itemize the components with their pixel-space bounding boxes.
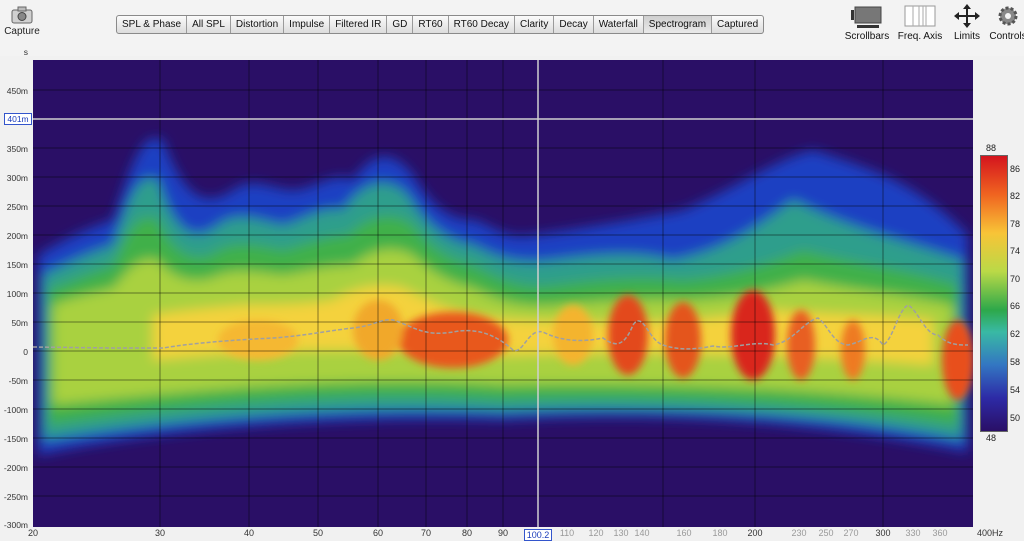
x-tick-230: 230: [791, 528, 807, 538]
y-tick-minus-300m: -300m: [3, 520, 28, 530]
x-tick-130: 130: [613, 528, 629, 538]
freq-axis-icon: [904, 4, 936, 28]
cursor-y-readout: 401m: [4, 113, 32, 125]
tab-rt60[interactable]: RT60: [413, 16, 449, 33]
tab-filtered-ir[interactable]: Filtered IR: [330, 16, 388, 33]
x-tick-400hz: 400Hz: [976, 528, 1004, 538]
y-tick-0: 0: [23, 347, 28, 357]
y-tick-minus-100m: -100m: [3, 405, 28, 415]
colorbar-label-82: 82: [1010, 191, 1021, 201]
colorbar-label-78: 78: [1010, 219, 1021, 229]
x-tick-180: 180: [712, 528, 728, 538]
tab-spl-phase[interactable]: SPL & Phase: [117, 16, 188, 33]
x-tick-70: 70: [420, 528, 432, 538]
y-tick-minus-50m: -50m: [8, 376, 28, 386]
colorbar-label-66: 66: [1010, 301, 1021, 311]
controls-button[interactable]: Controls: [988, 4, 1024, 42]
x-tick-40: 40: [243, 528, 255, 538]
y-tick-minus-150m: -150m: [3, 434, 28, 444]
tab-distortion[interactable]: Distortion: [231, 16, 285, 33]
y-tick-50m: 50m: [11, 318, 28, 328]
x-tick-360: 360: [932, 528, 948, 538]
capture-button[interactable]: Capture: [2, 6, 42, 37]
controls-label: Controls: [989, 31, 1024, 42]
colorbar-label-70: 70: [1010, 274, 1021, 284]
scrollbars-icon: [851, 4, 883, 28]
y-tick-minus-200m: -200m: [3, 463, 28, 473]
tab-clarity[interactable]: Clarity: [515, 16, 555, 33]
x-tick-110: 110: [559, 528, 575, 538]
x-tick-20: 20: [27, 528, 39, 538]
y-tick-250m: 250m: [6, 202, 28, 212]
tab-captured[interactable]: Captured: [712, 16, 763, 33]
y-tick-200m: 200m: [6, 231, 28, 241]
freq-axis-label: Freq. Axis: [897, 31, 943, 42]
spectrogram-svg: [33, 60, 973, 527]
tab-all-spl[interactable]: All SPL: [187, 16, 231, 33]
colorbar-label-86: 86: [1010, 164, 1021, 174]
tab-waterfall[interactable]: Waterfall: [594, 16, 644, 33]
x-tick-270: 270: [843, 528, 859, 538]
x-tick-250: 250: [818, 528, 834, 538]
y-tick-150m: 150m: [6, 260, 28, 270]
x-tick-60: 60: [372, 528, 384, 538]
tab-impulse[interactable]: Impulse: [284, 16, 331, 33]
x-tick-330: 330: [905, 528, 921, 538]
gear-icon: [996, 4, 1020, 28]
x-tick-50: 50: [312, 528, 324, 538]
x-tick-80: 80: [461, 528, 473, 538]
limits-arrows-icon: [952, 4, 982, 28]
y-tick-350m: 350m: [6, 144, 28, 154]
x-tick-90: 90: [497, 528, 509, 538]
tab-gd[interactable]: GD: [387, 16, 414, 33]
colorbar-top-label: 88: [986, 143, 997, 153]
limits-label: Limits: [953, 31, 981, 42]
toolbar: Capture SPL & Phase All SPL Distortion I…: [0, 0, 1024, 56]
y-tick-300m: 300m: [6, 173, 28, 183]
y-tick-minus-250m: -250m: [3, 492, 28, 502]
y-tick-450m: 450m: [6, 86, 28, 96]
x-tick-120: 120: [588, 528, 604, 538]
limits-button[interactable]: Limits: [948, 4, 986, 42]
x-tick-30: 30: [154, 528, 166, 538]
x-tick-140: 140: [634, 528, 650, 538]
colorbar-label-54: 54: [1010, 385, 1021, 395]
x-tick-200: 200: [747, 528, 763, 538]
tab-rt60-decay[interactable]: RT60 Decay: [449, 16, 515, 33]
cursor-x-readout: 100.2: [524, 529, 552, 541]
colorbar-bottom-label: 48: [986, 433, 997, 443]
y-tick-100m: 100m: [6, 289, 28, 299]
scrollbars-label: Scrollbars: [844, 31, 890, 42]
y-axis-unit: s: [23, 47, 28, 57]
x-tick-160: 160: [676, 528, 692, 538]
view-tabs: SPL & Phase All SPL Distortion Impulse F…: [116, 15, 765, 34]
tab-spectrogram[interactable]: Spectrogram: [643, 16, 713, 33]
colorbar-label-58: 58: [1010, 357, 1021, 367]
colorbar-label-62: 62: [1010, 329, 1021, 339]
x-tick-300: 300: [875, 528, 891, 538]
color-scale-bar: [980, 155, 1008, 432]
colorbar-label-50: 50: [1010, 413, 1021, 423]
camera-icon: [10, 6, 34, 24]
spectrogram-plot[interactable]: [33, 60, 973, 527]
capture-label: Capture: [4, 26, 40, 37]
colorbar-label-74: 74: [1010, 246, 1021, 256]
scrollbars-button[interactable]: Scrollbars: [842, 4, 892, 42]
freq-axis-button[interactable]: Freq. Axis: [896, 4, 944, 42]
tab-decay[interactable]: Decay: [554, 16, 594, 33]
